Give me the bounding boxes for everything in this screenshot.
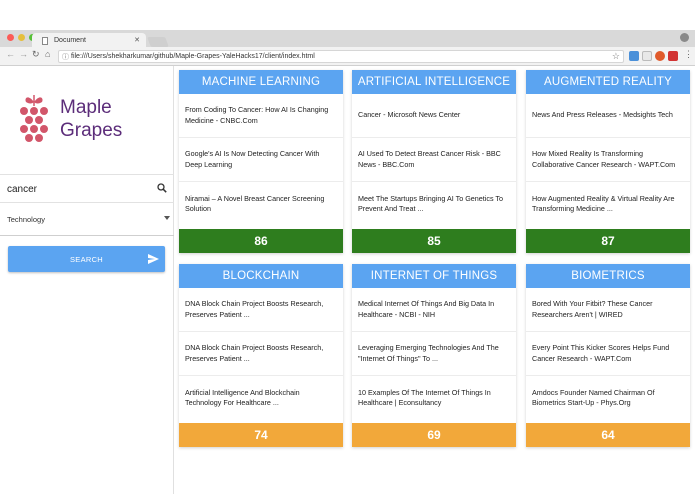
score-badge: 87 [526, 229, 690, 253]
browser-tab[interactable]: Document ✕ [32, 33, 146, 48]
article-link[interactable]: 10 Examples Of The Internet Of Things In… [352, 376, 516, 420]
extension-icon-3[interactable] [655, 51, 665, 61]
article-title: Amdocs Founder Named Chairman Of Biometr… [532, 387, 655, 408]
article-link[interactable]: DNA Block Chain Project Boosts Research,… [179, 288, 343, 332]
close-window-button[interactable] [7, 34, 14, 41]
article-link[interactable]: DNA Block Chain Project Boosts Research,… [179, 332, 343, 376]
score-badge: 85 [352, 229, 516, 253]
score-badge: 69 [352, 423, 516, 447]
topic-card: AUGMENTED REALITY News And Press Releases… [526, 70, 690, 253]
article-title: Every Point This Kicker Scores Helps Fun… [532, 343, 670, 363]
category-selected-value: Technology [7, 215, 45, 224]
article-link[interactable]: How Augmented Reality & Virtual Reality … [526, 182, 690, 226]
address-bar-row: ← → ↻ ⌂ ⓘ file:///Users/shekharkumar/git… [0, 47, 695, 66]
score-badge: 64 [526, 423, 690, 447]
article-title: Niramai – A Novel Breast Cancer Screenin… [185, 193, 325, 214]
star-icon[interactable]: ☆ [612, 51, 620, 62]
article-link[interactable]: Leveraging Emerging Technologies And The… [352, 332, 516, 376]
extension-icon-2[interactable] [642, 51, 652, 61]
url-input[interactable]: ⓘ file:///Users/shekharkumar/github/Mapl… [58, 50, 624, 63]
back-icon[interactable]: ← [6, 49, 15, 59]
topic-card: MACHINE LEARNING From Coding To Cancer: H… [179, 70, 343, 253]
article-title: From Coding To Cancer: How AI Is Changin… [185, 105, 329, 125]
home-icon[interactable]: ⌂ [45, 49, 50, 59]
extension-icon-1[interactable] [629, 51, 639, 61]
tab-title: Document [54, 37, 86, 44]
search-row [0, 174, 174, 203]
url-text: file:///Users/shekharkumar/github/Maple-… [71, 53, 315, 60]
search-button-label: SEARCH [69, 254, 104, 264]
reload-icon[interactable]: ↻ [32, 49, 40, 60]
article-link[interactable]: Medical Internet Of Things And Big Data … [352, 288, 516, 332]
close-tab-icon[interactable]: ✕ [134, 36, 140, 44]
send-icon [148, 254, 159, 264]
article-title: Cancer - Microsoft News Center [358, 110, 461, 120]
article-link[interactable]: Niramai – A Novel Breast Cancer Screenin… [179, 182, 343, 226]
topic-card: BLOCKCHAIN DNA Block Chain Project Boosts… [179, 264, 343, 447]
grapes-logo-icon [20, 95, 48, 142]
article-title: Medical Internet Of Things And Big Data … [358, 299, 495, 319]
sidebar: Maple Grapes Technology SEARCH [0, 66, 174, 494]
brand-line-1: Maple [60, 97, 112, 118]
chevron-down-icon [164, 216, 170, 220]
article-title: DNA Block Chain Project Boosts Research,… [185, 299, 324, 319]
topic-card-title: MACHINE LEARNING [179, 70, 343, 94]
topic-card: BIOMETRICS Bored With Your Fitbit? These … [526, 264, 690, 447]
article-link[interactable]: How Mixed Reality Is Transforming Collab… [526, 138, 690, 182]
forward-icon[interactable]: → [19, 49, 28, 59]
menu-icon[interactable]: ⋮ [684, 49, 693, 60]
article-link[interactable]: Bored With Your Fitbit? These Cancer Res… [526, 288, 690, 332]
extension-icon-4[interactable] [668, 51, 678, 61]
article-title: Meet The Startups Bringing AI To Genetic… [358, 193, 504, 214]
minimize-window-button[interactable] [18, 34, 25, 41]
article-link[interactable]: From Coding To Cancer: How AI Is Changin… [179, 94, 343, 138]
category-select[interactable]: Technology [0, 203, 174, 236]
document-icon [42, 36, 48, 45]
info-icon: ⓘ [62, 54, 69, 61]
search-icon[interactable] [157, 183, 167, 193]
topic-card-title: BLOCKCHAIN [179, 264, 343, 288]
article-title: DNA Block Chain Project Boosts Research,… [185, 343, 324, 363]
article-title: News And Press Releases - Medsights Tech [532, 110, 673, 120]
profile-icon[interactable] [680, 33, 689, 42]
article-link[interactable]: Cancer - Microsoft News Center [352, 94, 516, 138]
score-badge: 74 [179, 423, 343, 447]
article-title: AI Used To Detect Breast Cancer Risk - B… [358, 149, 501, 169]
topic-card-title: ARTIFICIAL INTELLIGENCE [352, 70, 516, 94]
score-badge: 86 [179, 229, 343, 253]
brand-line-2: Grapes [60, 120, 123, 141]
article-title: Artificial Intelligence And Blockchain T… [185, 387, 300, 408]
topic-card: INTERNET OF THINGS Medical Internet Of Th… [352, 264, 516, 447]
article-link[interactable]: Google's AI Is Now Detecting Cancer With… [179, 138, 343, 182]
article-title: How Mixed Reality Is Transforming Collab… [532, 149, 676, 169]
article-link[interactable]: Every Point This Kicker Scores Helps Fun… [526, 332, 690, 376]
article-link[interactable]: Artificial Intelligence And Blockchain T… [179, 376, 343, 420]
article-link[interactable]: Amdocs Founder Named Chairman Of Biometr… [526, 376, 690, 420]
page: Document ✕ ← → ↻ ⌂ ⓘ file:///Users/shekh… [0, 0, 695, 494]
search-button[interactable]: SEARCH [8, 246, 165, 272]
topic-card-title: AUGMENTED REALITY [526, 70, 690, 94]
article-link[interactable]: News And Press Releases - Medsights Tech [526, 94, 690, 138]
article-title: Google's AI Is Now Detecting Cancer With… [185, 149, 320, 169]
top-strip [0, 0, 695, 30]
article-link[interactable]: AI Used To Detect Breast Cancer Risk - B… [352, 138, 516, 182]
article-link[interactable]: Meet The Startups Bringing AI To Genetic… [352, 182, 516, 226]
article-title: How Augmented Reality & Virtual Reality … [532, 193, 675, 214]
topic-card-title: INTERNET OF THINGS [352, 264, 516, 288]
article-title: Bored With Your Fitbit? These Cancer Res… [532, 299, 653, 319]
topic-card-title: BIOMETRICS [526, 264, 690, 288]
topic-card: ARTIFICIAL INTELLIGENCE Cancer - Microsof… [352, 70, 516, 253]
article-title: Leveraging Emerging Technologies And The… [358, 343, 499, 363]
article-title: 10 Examples Of The Internet Of Things In… [358, 387, 491, 408]
search-input[interactable] [7, 181, 147, 197]
brand-name: Maple Grapes [60, 96, 122, 142]
new-tab-button[interactable] [147, 37, 169, 47]
